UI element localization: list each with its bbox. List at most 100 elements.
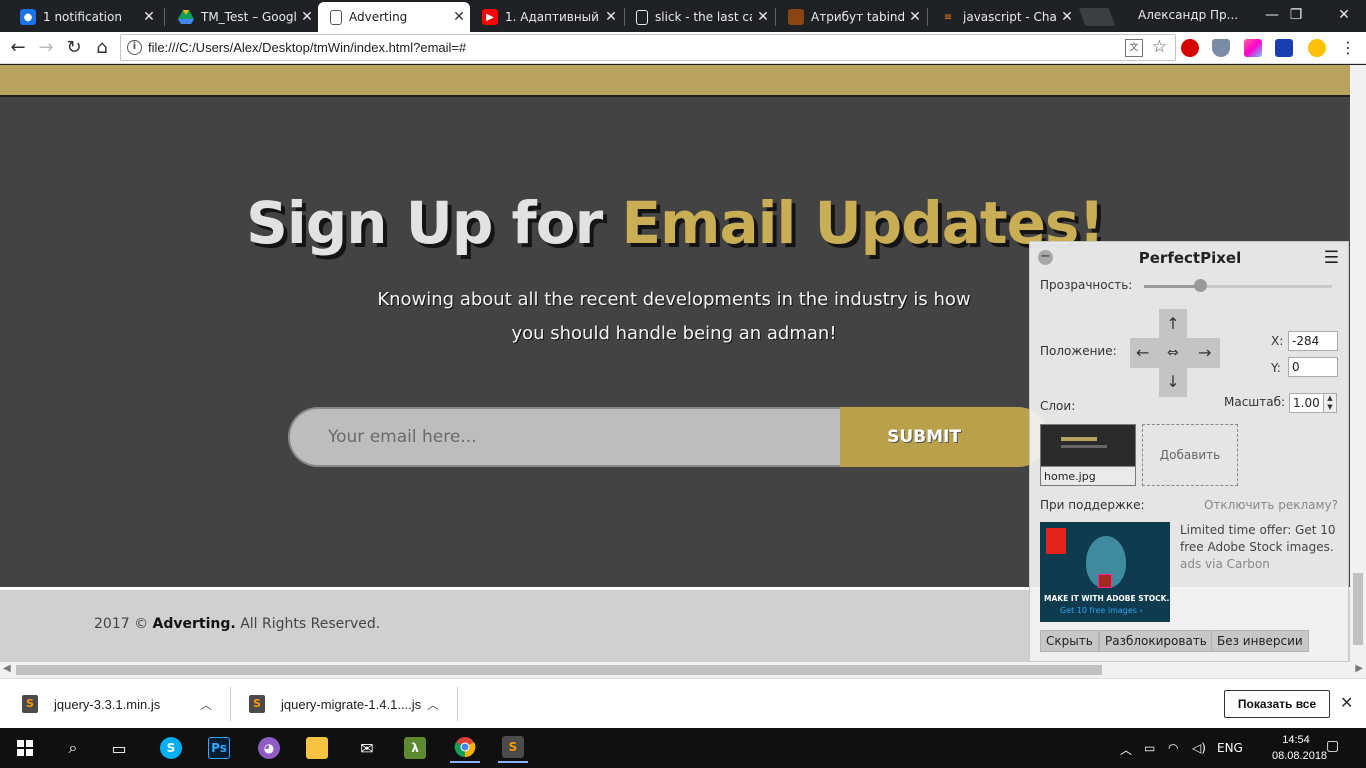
- stackoverflow-icon: ≡: [943, 11, 953, 23]
- vertical-scroll-thumb[interactable]: [1353, 573, 1363, 645]
- layer-preview-image: [1041, 425, 1135, 467]
- close-icon[interactable]: ✕: [1056, 9, 1078, 25]
- forward-icon[interactable]: →: [34, 36, 58, 60]
- search-icon[interactable]: ⌕: [58, 733, 88, 763]
- restore-icon[interactable]: ❐: [1274, 4, 1318, 26]
- sublime-text-icon[interactable]: S: [498, 733, 528, 763]
- opacity-slider-fill: [1144, 285, 1200, 288]
- title-part-white: Sign Up for: [246, 189, 603, 257]
- horizontal-scrollbar[interactable]: ◀ ▶: [0, 662, 1366, 678]
- close-icon[interactable]: ✕: [904, 9, 926, 25]
- close-icon[interactable]: ✕: [138, 9, 160, 25]
- task-view-icon[interactable]: ▭: [104, 733, 134, 763]
- reload-icon[interactable]: ↻: [62, 36, 86, 60]
- address-bar[interactable]: i file:///C:/Users/Alex/Desktop/tmWin/in…: [120, 34, 1176, 61]
- brand-link[interactable]: Adverting.: [153, 616, 236, 632]
- window-close-icon[interactable]: ✕: [1322, 4, 1366, 26]
- no-inversion-button[interactable]: Без инверсии: [1211, 630, 1309, 652]
- arrow-right-icon[interactable]: →: [1198, 338, 1211, 368]
- close-icon[interactable]: ✕: [296, 9, 318, 25]
- email-input[interactable]: Your email here...: [288, 407, 844, 467]
- battery-icon[interactable]: ▭: [1144, 741, 1155, 755]
- download-item[interactable]: S jquery-3.3.1.min.js: [22, 679, 160, 729]
- x-coordinate-input[interactable]: -284: [1288, 331, 1338, 351]
- lambda-app-icon[interactable]: λ: [400, 733, 430, 763]
- layers-label: Слои:: [1040, 399, 1076, 413]
- file-explorer-icon[interactable]: [302, 733, 332, 763]
- tab-tm-test[interactable]: TM_Test – Google ✕: [166, 2, 318, 32]
- ad-banner-image[interactable]: MAKE IT WITH ADOBE STOCK. Get 10 free im…: [1040, 522, 1170, 622]
- show-all-downloads-button[interactable]: Показать все: [1224, 690, 1330, 718]
- bookmark-star-icon[interactable]: ☆: [1152, 37, 1167, 57]
- tab-adaptive[interactable]: ▶ 1. Адаптивный с ✕: [470, 2, 622, 32]
- scroll-right-icon[interactable]: ▶: [1355, 663, 1363, 674]
- skype-icon[interactable]: S: [156, 733, 186, 763]
- unlock-button[interactable]: Разблокировать: [1099, 630, 1213, 652]
- windows-start-icon[interactable]: [10, 733, 40, 763]
- barcode-extension-icon[interactable]: [1275, 39, 1293, 57]
- cat-app-icon[interactable]: ◕: [254, 733, 284, 763]
- subtitle-line-1: Knowing about all the recent development…: [377, 289, 971, 310]
- tab-slick[interactable]: slick - the last car ✕: [624, 2, 774, 32]
- tab-javascript[interactable]: ≡ javascript - Chang ✕: [928, 2, 1078, 32]
- adblock-extension-icon[interactable]: [1181, 39, 1199, 57]
- arrow-left-icon[interactable]: ←: [1136, 338, 1149, 368]
- photoshop-icon[interactable]: Ps: [204, 733, 234, 763]
- shield-extension-icon[interactable]: [1212, 39, 1230, 57]
- disable-ads-link[interactable]: Отключить рекламу?: [1204, 498, 1338, 512]
- chevron-up-icon[interactable]: ︿: [1120, 741, 1132, 758]
- opacity-slider[interactable]: [1144, 285, 1332, 288]
- url-text[interactable]: file:///C:/Users/Alex/Desktop/tmWin/inde…: [148, 40, 466, 55]
- y-label: Y:: [1271, 361, 1281, 375]
- scroll-left-icon[interactable]: ◀: [3, 663, 11, 674]
- download-item[interactable]: S jquery-migrate-1.4.1....js: [249, 679, 421, 729]
- perfectpixel-extension-icon[interactable]: [1244, 39, 1262, 57]
- arrow-up-icon[interactable]: ↑: [1159, 309, 1187, 339]
- new-tab-button[interactable]: [1078, 8, 1116, 26]
- chat-icon: ●: [20, 9, 36, 25]
- windows-taskbar: ⌕ ▭ S Ps ◕ ✉ λ S ︿ ▭ ◠ ◁) ENG 14:54 08.0…: [0, 728, 1366, 768]
- translate-icon[interactable]: 文: [1125, 39, 1143, 57]
- close-icon[interactable]: ✕: [448, 9, 470, 25]
- volume-icon[interactable]: ◁): [1192, 741, 1206, 755]
- notification-center-icon[interactable]: ▢: [1326, 738, 1339, 754]
- vertical-scrollbar[interactable]: [1350, 65, 1366, 662]
- hamburger-menu-icon[interactable]: ☰: [1324, 248, 1339, 268]
- hide-button[interactable]: Скрыть: [1040, 630, 1099, 652]
- ad-banner-cta[interactable]: Get 10 free images ›: [1060, 606, 1143, 615]
- arrow-down-icon[interactable]: ↓: [1159, 367, 1187, 397]
- ad-text: Limited time offer: Get 10 free Adobe St…: [1180, 522, 1342, 573]
- close-download-bar-icon[interactable]: ✕: [1340, 693, 1353, 712]
- owl-extension-icon[interactable]: [1308, 39, 1326, 57]
- mail-icon[interactable]: ✉: [352, 733, 382, 763]
- wifi-icon[interactable]: ◠: [1168, 741, 1178, 755]
- horizontal-scroll-thumb[interactable]: [16, 665, 1102, 675]
- home-icon[interactable]: ⌂: [90, 36, 114, 60]
- ad-description[interactable]: Limited time offer: Get 10 free Adobe St…: [1180, 523, 1336, 554]
- chrome-icon[interactable]: [450, 733, 480, 763]
- opacity-label: Прозрачность:: [1040, 278, 1133, 292]
- profile-name[interactable]: Александр Пр...: [1138, 8, 1238, 22]
- ad-via[interactable]: ads via Carbon: [1180, 556, 1342, 573]
- browser-menu-icon[interactable]: ⋮: [1336, 36, 1360, 60]
- add-layer-button[interactable]: Добавить: [1142, 424, 1238, 486]
- chevron-up-icon[interactable]: ︿: [200, 696, 212, 713]
- opacity-slider-handle[interactable]: [1194, 279, 1207, 292]
- layer-thumbnail[interactable]: home.jpg: [1040, 424, 1136, 486]
- back-icon[interactable]: ←: [6, 36, 30, 60]
- chevron-up-icon[interactable]: ︿: [427, 696, 439, 713]
- adobe-logo-icon: [1046, 528, 1066, 554]
- tab-adverting[interactable]: Adverting ✕: [318, 2, 470, 32]
- close-icon[interactable]: ✕: [600, 9, 622, 25]
- language-indicator[interactable]: ENG: [1217, 741, 1243, 755]
- submit-button[interactable]: SUBMIT: [840, 407, 1048, 467]
- y-coordinate-input[interactable]: 0: [1288, 357, 1338, 377]
- tab-notification[interactable]: ● 1 notification ✕: [8, 2, 160, 32]
- close-icon[interactable]: ✕: [752, 9, 774, 25]
- info-icon[interactable]: i: [127, 40, 142, 55]
- system-clock[interactable]: 14:54 08.08.2018: [1272, 732, 1327, 764]
- center-toggle-icon[interactable]: ⇔: [1167, 338, 1179, 368]
- tab-tabindex[interactable]: Атрибут tabindex ✕: [776, 2, 926, 32]
- page-icon: [330, 9, 342, 25]
- scale-stepper[interactable]: ▲ ▼: [1323, 393, 1337, 413]
